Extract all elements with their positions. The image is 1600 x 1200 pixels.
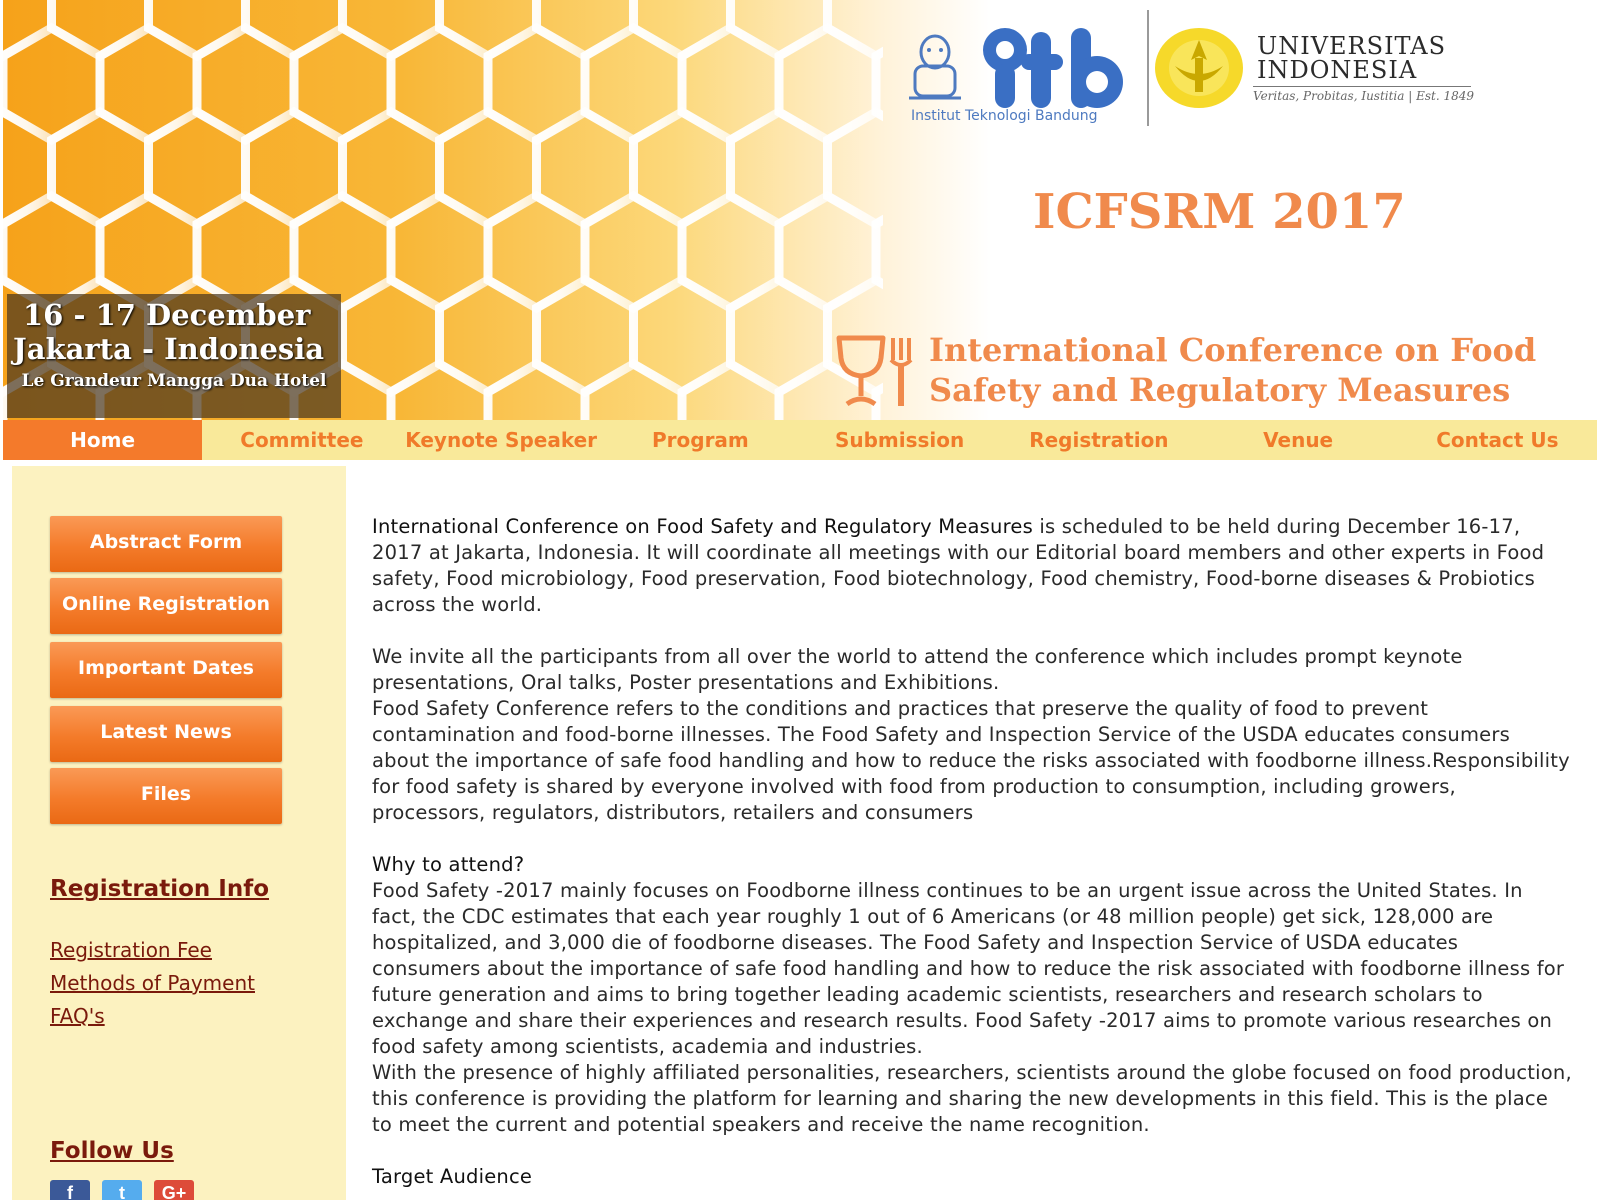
food-safety-paragraph: Food Safety Conference refers to the con… (372, 697, 1570, 824)
conference-title-line1: International Conference on Food (929, 331, 1537, 369)
sidebar (12, 466, 346, 1200)
target-audience-heading: Target Audience (372, 1165, 533, 1188)
itb-logo-mark (983, 28, 1123, 108)
methods-of-payment-link[interactable]: Methods of Payment (50, 971, 255, 995)
why-attend-heading: Why to attend? (372, 853, 525, 876)
ui-name-line2: INDONESIA (1257, 56, 1418, 84)
nav-home[interactable]: Home (3, 420, 203, 460)
important-dates-button[interactable]: Important Dates (50, 642, 282, 698)
itb-seal-icon (909, 34, 961, 100)
files-button[interactable]: Files (50, 768, 282, 824)
intro-paragraph: International Conference on Food Safety … (372, 514, 1572, 618)
nav-keynote-speaker[interactable]: Keynote Speaker (402, 420, 601, 460)
main-nav: Home Committee Keynote Speaker Program S… (3, 420, 1597, 460)
nav-venue[interactable]: Venue (1199, 420, 1398, 460)
header-banner: 16 - 17 December Jakarta - Indonesia Le … (3, 0, 1597, 420)
event-dates: 16 - 17 December (23, 298, 311, 332)
nav-program[interactable]: Program (601, 420, 800, 460)
invite-paragraph: We invite all the participants from all … (372, 645, 1463, 694)
latest-news-button[interactable]: Latest News (50, 706, 282, 762)
nav-submission[interactable]: Submission (800, 420, 999, 460)
conference-title: International Conference on Food Safety … (929, 330, 1536, 410)
itb-name: Institut Teknologi Bandung (911, 108, 1098, 124)
intro-lead: International Conference on Food Safety … (372, 515, 1033, 538)
why-attend-paragraph-2: With the presence of highly affiliated p… (372, 1061, 1572, 1136)
event-location: Jakarta - Indonesia (13, 332, 325, 366)
registration-fee-link[interactable]: Registration Fee (50, 938, 212, 962)
main-content: International Conference on Food Safety … (372, 514, 1572, 1190)
cutlery-glass-icon (836, 335, 913, 407)
conference-title-line2: Safety and Regulatory Measures (929, 371, 1511, 409)
event-date-box: 16 - 17 December Jakarta - Indonesia Le … (7, 294, 341, 418)
ui-motto: Veritas, Probitas, Iustitia | Est. 1849 (1253, 86, 1474, 103)
why-attend-paragraph: Food Safety -2017 mainly focuses on Food… (372, 879, 1565, 1058)
conference-acronym: ICFSRM 2017 (1033, 184, 1406, 240)
abstract-form-button[interactable]: Abstract Form (50, 516, 282, 572)
follow-us-heading: Follow Us (50, 1138, 174, 1164)
ui-seal-icon (1155, 28, 1243, 108)
nav-committee[interactable]: Committee (202, 420, 401, 460)
faq-link[interactable]: FAQ's (50, 1004, 105, 1028)
nav-registration[interactable]: Registration (999, 420, 1198, 460)
twitter-icon[interactable]: t (102, 1180, 142, 1200)
nav-contact-us[interactable]: Contact Us (1398, 420, 1597, 460)
logo-divider (1147, 10, 1149, 126)
partner-logos: Institut Teknologi Bandung UNIVERSITAS I… (903, 10, 1474, 130)
online-registration-button[interactable]: Online Registration (50, 578, 282, 634)
registration-info-heading[interactable]: Registration Info (50, 876, 269, 902)
event-venue: Le Grandeur Mangga Dua Hotel (21, 371, 327, 391)
google-plus-icon[interactable]: G+ (154, 1180, 194, 1200)
facebook-icon[interactable]: f (50, 1180, 90, 1200)
